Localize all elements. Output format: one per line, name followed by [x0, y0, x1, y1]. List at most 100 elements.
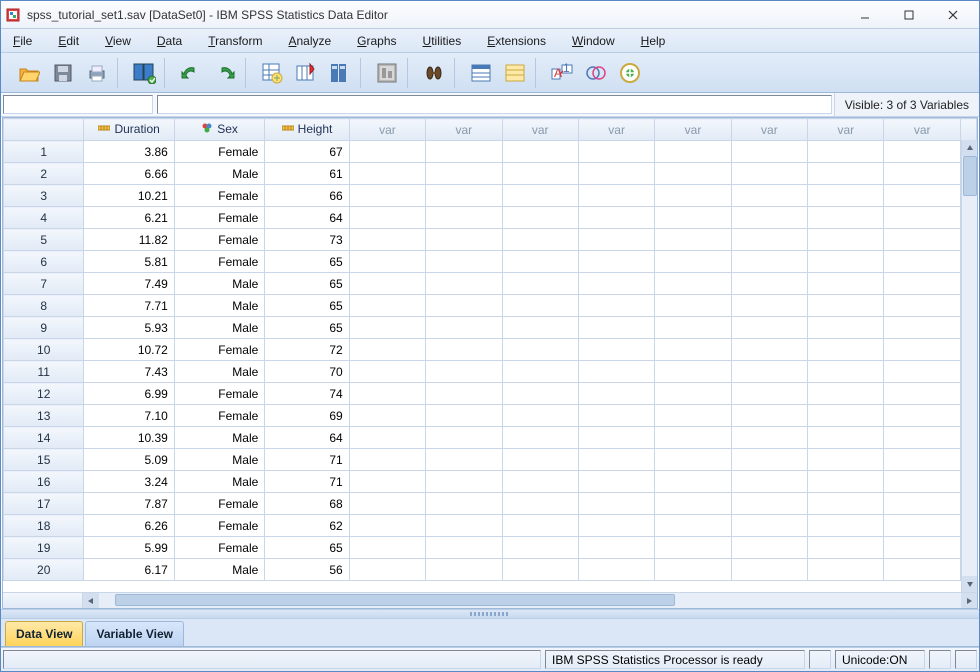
cell-empty[interactable]	[502, 273, 578, 295]
cell-empty[interactable]	[502, 537, 578, 559]
cell-empty[interactable]	[426, 449, 502, 471]
cell-empty[interactable]	[426, 471, 502, 493]
cell-duration[interactable]: 10.39	[84, 427, 174, 449]
variables-icon[interactable]	[326, 59, 354, 87]
cell-sex[interactable]: Female	[174, 405, 264, 427]
cell-empty[interactable]	[884, 339, 960, 361]
cell-empty[interactable]	[731, 383, 807, 405]
cell-empty[interactable]	[578, 405, 654, 427]
cell-duration[interactable]: 7.10	[84, 405, 174, 427]
cell-empty[interactable]	[426, 317, 502, 339]
column-header-empty[interactable]: var	[808, 119, 884, 141]
cell-sex[interactable]: Female	[174, 383, 264, 405]
cell-sex[interactable]: Female	[174, 339, 264, 361]
cell-sex[interactable]: Male	[174, 317, 264, 339]
row-header[interactable]: 16	[4, 471, 84, 493]
cell-empty[interactable]	[502, 427, 578, 449]
cell-empty[interactable]	[808, 185, 884, 207]
cell-empty[interactable]	[655, 273, 731, 295]
row-header[interactable]: 19	[4, 537, 84, 559]
cell-empty[interactable]	[731, 163, 807, 185]
cell-empty[interactable]	[731, 207, 807, 229]
cell-empty[interactable]	[808, 559, 884, 581]
cell-value-input[interactable]	[157, 95, 832, 114]
cell-empty[interactable]	[731, 559, 807, 581]
cell-empty[interactable]	[884, 295, 960, 317]
cell-height[interactable]: 64	[265, 207, 349, 229]
cell-sex[interactable]: Female	[174, 185, 264, 207]
column-header-empty[interactable]: var	[731, 119, 807, 141]
row-header[interactable]: 4	[4, 207, 84, 229]
cell-empty[interactable]	[426, 493, 502, 515]
maximize-button[interactable]	[887, 4, 931, 26]
cell-empty[interactable]	[655, 449, 731, 471]
cell-empty[interactable]	[884, 141, 960, 163]
cell-empty[interactable]	[502, 317, 578, 339]
cell-empty[interactable]	[808, 383, 884, 405]
cell-empty[interactable]	[578, 449, 654, 471]
cell-empty[interactable]	[731, 361, 807, 383]
tab-data-view[interactable]: Data View	[5, 621, 83, 646]
run-descriptives-icon[interactable]	[373, 59, 401, 87]
cell-duration[interactable]: 6.17	[84, 559, 174, 581]
cell-empty[interactable]	[578, 559, 654, 581]
cell-duration[interactable]: 6.26	[84, 515, 174, 537]
cell-empty[interactable]	[349, 141, 425, 163]
menu-window[interactable]: Window	[566, 32, 621, 50]
cell-duration[interactable]: 10.72	[84, 339, 174, 361]
value-labels-icon[interactable]: A1	[548, 59, 576, 87]
cell-duration[interactable]: 11.82	[84, 229, 174, 251]
cell-empty[interactable]	[655, 493, 731, 515]
menu-view[interactable]: View	[99, 32, 137, 50]
cell-empty[interactable]	[578, 515, 654, 537]
cell-empty[interactable]	[502, 559, 578, 581]
cell-empty[interactable]	[808, 361, 884, 383]
cell-empty[interactable]	[502, 405, 578, 427]
column-header-height[interactable]: Height	[265, 119, 349, 141]
row-header[interactable]: 18	[4, 515, 84, 537]
close-button[interactable]	[931, 4, 975, 26]
row-header[interactable]: 14	[4, 427, 84, 449]
cell-empty[interactable]	[349, 339, 425, 361]
cell-empty[interactable]	[731, 449, 807, 471]
cell-empty[interactable]	[578, 185, 654, 207]
cell-height[interactable]: 67	[265, 141, 349, 163]
scroll-up-icon[interactable]	[962, 140, 977, 156]
cell-empty[interactable]	[349, 163, 425, 185]
cell-empty[interactable]	[731, 405, 807, 427]
vertical-scrollbar[interactable]	[961, 140, 977, 592]
cell-empty[interactable]	[578, 361, 654, 383]
cell-empty[interactable]	[884, 251, 960, 273]
cell-empty[interactable]	[884, 427, 960, 449]
cell-empty[interactable]	[731, 251, 807, 273]
column-header-empty[interactable]: var	[578, 119, 654, 141]
cell-empty[interactable]	[502, 207, 578, 229]
cell-empty[interactable]	[578, 251, 654, 273]
cell-empty[interactable]	[426, 339, 502, 361]
cell-empty[interactable]	[502, 185, 578, 207]
cell-duration[interactable]: 3.24	[84, 471, 174, 493]
cell-empty[interactable]	[884, 163, 960, 185]
column-header-sex[interactable]: Sex	[174, 119, 264, 141]
cell-empty[interactable]	[349, 383, 425, 405]
menu-transform[interactable]: Transform	[202, 32, 268, 50]
cell-empty[interactable]	[884, 229, 960, 251]
cell-height[interactable]: 65	[265, 251, 349, 273]
cell-height[interactable]: 65	[265, 537, 349, 559]
cell-empty[interactable]	[808, 449, 884, 471]
cell-duration[interactable]: 5.09	[84, 449, 174, 471]
cell-empty[interactable]	[502, 163, 578, 185]
cell-empty[interactable]	[731, 537, 807, 559]
cell-sex[interactable]: Male	[174, 471, 264, 493]
row-header[interactable]: 13	[4, 405, 84, 427]
cell-height[interactable]: 65	[265, 317, 349, 339]
cell-empty[interactable]	[808, 515, 884, 537]
minimize-button[interactable]	[843, 4, 887, 26]
cell-empty[interactable]	[884, 559, 960, 581]
cell-empty[interactable]	[655, 559, 731, 581]
cell-empty[interactable]	[426, 141, 502, 163]
cell-empty[interactable]	[808, 537, 884, 559]
cell-empty[interactable]	[884, 537, 960, 559]
cell-empty[interactable]	[808, 317, 884, 339]
scroll-left-icon[interactable]	[83, 593, 99, 608]
